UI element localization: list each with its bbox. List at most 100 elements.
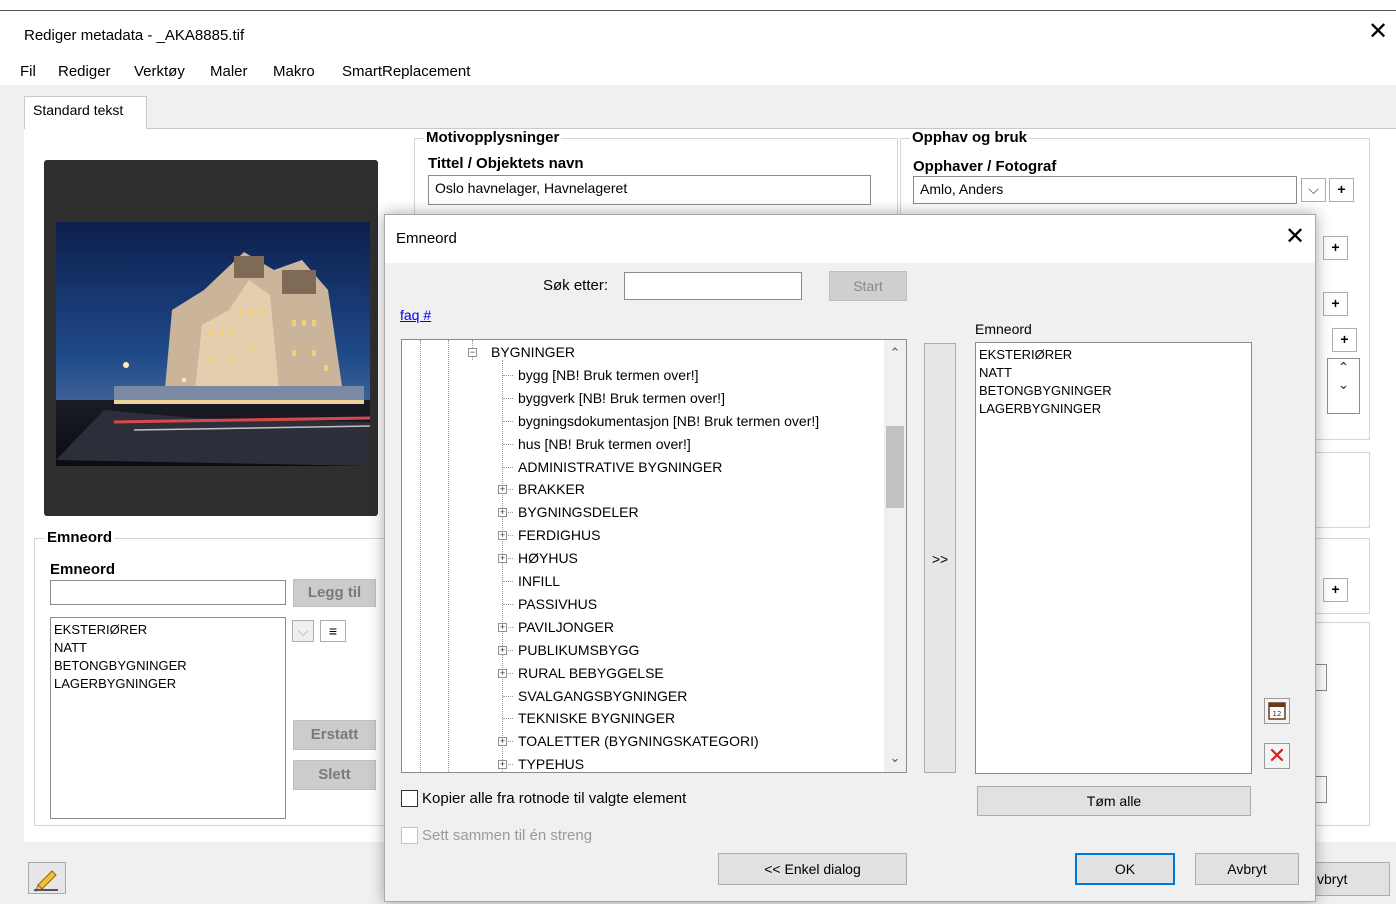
edit-icon[interactable]: [28, 862, 66, 894]
right-group-box: [1314, 452, 1370, 528]
spin-control[interactable]: ⌃ ⌄: [1327, 358, 1360, 414]
list-item[interactable]: EKSTERIØRER: [979, 346, 1248, 364]
start-button[interactable]: Start: [829, 271, 907, 301]
tree-scrollbar[interactable]: [884, 340, 906, 772]
menu-rediger[interactable]: Rediger: [58, 63, 111, 80]
tree-connector: [503, 420, 513, 422]
photographer-field-label: Opphaver / Fotograf: [913, 158, 1057, 175]
add-button[interactable]: +: [1323, 292, 1348, 316]
expand-icon[interactable]: +: [498, 668, 507, 678]
join-string-checkbox[interactable]: [401, 827, 418, 844]
expand-icon[interactable]: +: [498, 737, 507, 747]
list-item[interactable]: BETONGBYGNINGER: [54, 657, 282, 675]
ok-button[interactable]: OK: [1075, 853, 1175, 885]
tree-node-root[interactable]: BYGNINGER: [491, 342, 575, 362]
tree-node[interactable]: PUBLIKUMSBYGG: [518, 640, 639, 660]
tree-node[interactable]: byggverk [NB! Bruk termen over!]: [518, 388, 725, 408]
tree-node[interactable]: PASSIVHUS: [518, 594, 597, 614]
calendar-icon[interactable]: 12: [1264, 698, 1290, 724]
transfer-button[interactable]: >>: [924, 343, 956, 773]
menu-smartreplacement[interactable]: SmartReplacement: [342, 63, 470, 80]
tree-node[interactable]: ADMINISTRATIVE BYGNINGER: [518, 457, 722, 477]
list-item[interactable]: NATT: [54, 639, 282, 657]
cancel-button-main[interactable]: vbryt: [1310, 862, 1390, 896]
list-item[interactable]: BETONGBYGNINGER: [979, 382, 1248, 400]
tree-node[interactable]: RURAL BEBYGGELSE: [518, 663, 664, 683]
title-field-label: Tittel / Objektets navn: [428, 155, 584, 172]
tree-node[interactable]: hus [NB! Bruk termen over!]: [518, 434, 691, 454]
list-item[interactable]: LAGERBYGNINGER: [979, 400, 1248, 418]
expand-icon[interactable]: +: [498, 554, 507, 564]
dialog-title: Emneord: [396, 230, 457, 247]
menu-maler[interactable]: Maler: [210, 63, 248, 80]
expand-icon[interactable]: +: [498, 622, 507, 632]
emneord-input[interactable]: [50, 580, 286, 605]
delete-button[interactable]: Slett: [293, 760, 376, 790]
tree-node[interactable]: bygningsdokumentasjon [NB! Bruk termen o…: [518, 411, 819, 431]
tree-scrollbar-thumb[interactable]: [886, 426, 904, 508]
add-button[interactable]: +: [1323, 578, 1348, 602]
search-input[interactable]: [624, 272, 802, 300]
calendar-icon-label: 12: [1273, 710, 1282, 718]
expand-icon[interactable]: +: [498, 645, 507, 655]
list-item[interactable]: LAGERBYGNINGER: [54, 675, 282, 693]
tree-connector: [503, 695, 513, 697]
expand-icon[interactable]: +: [498, 485, 507, 495]
tree-connector: [503, 374, 513, 376]
expand-icon[interactable]: +: [498, 508, 507, 518]
scroll-up-icon[interactable]: ⌃: [884, 345, 906, 361]
add-button[interactable]: +: [1323, 236, 1348, 260]
delete-selected-icon[interactable]: ✕: [1264, 743, 1290, 769]
tree-node[interactable]: TYPEHUS: [518, 754, 584, 772]
chevron-down-icon[interactable]: ⌵: [1301, 178, 1326, 202]
simple-dialog-button[interactable]: << Enkel dialog: [718, 853, 907, 885]
window-close-button[interactable]: ✕: [1368, 20, 1388, 44]
tree-node[interactable]: SVALGANGSBYGNINGER: [518, 686, 687, 706]
copy-all-checkbox[interactable]: [401, 790, 418, 807]
tree-connector: [503, 466, 513, 468]
add-button[interactable]: +: [1332, 328, 1357, 352]
dialog-close-button[interactable]: ✕: [1285, 225, 1305, 249]
tree-node[interactable]: HØYHUS: [518, 548, 578, 568]
list-item[interactable]: NATT: [979, 364, 1248, 382]
scroll-down-icon[interactable]: ⌄: [884, 750, 906, 766]
tree-node[interactable]: BYGNINGSDELER: [518, 502, 639, 522]
chevron-down-icon[interactable]: ⌄: [1328, 376, 1359, 393]
replace-button[interactable]: Erstatt: [293, 720, 376, 750]
tree-connector: [503, 397, 513, 399]
add-keyword-button[interactable]: Legg til: [293, 579, 376, 607]
add-photographer-button[interactable]: +: [1329, 178, 1354, 202]
opphav-group-label: Opphav og bruk: [910, 129, 1030, 146]
title-input[interactable]: Oslo havnelager, Havnelageret: [428, 175, 871, 205]
selected-keywords-list[interactable]: EKSTERIØRER NATT BETONGBYGNINGER LAGERBY…: [975, 342, 1252, 774]
menu-verktoy[interactable]: Verktøy: [134, 63, 185, 80]
cancel-button[interactable]: Avbryt: [1195, 853, 1299, 885]
menu-makro[interactable]: Makro: [273, 63, 315, 80]
tree-node[interactable]: BRAKKER: [518, 479, 585, 499]
search-label: Søk etter:: [543, 277, 609, 294]
tree-node[interactable]: bygg [NB! Bruk termen over!]: [518, 365, 699, 385]
sort-icon[interactable]: ≡: [320, 620, 346, 642]
clear-all-button[interactable]: Tøm alle: [977, 786, 1251, 816]
tree-node[interactable]: FERDIGHUS: [518, 525, 600, 545]
menu-fil[interactable]: Fil: [20, 63, 36, 80]
list-item[interactable]: EKSTERIØRER: [54, 621, 282, 639]
copy-all-label: Kopier alle fra rotnode til valgte eleme…: [422, 790, 687, 807]
tab-standard-tekst[interactable]: Standard tekst: [24, 96, 147, 129]
tree-node[interactable]: TEKNISKE BYGNINGER: [518, 708, 675, 728]
tree-guide: [420, 340, 421, 772]
tree-node[interactable]: INFILL: [518, 571, 560, 591]
chevron-up-icon[interactable]: ⌃: [1328, 359, 1359, 376]
keyword-tree[interactable]: − BYGNINGER bygg [NB! Bruk termen over!] by…: [401, 339, 907, 773]
expand-icon[interactable]: +: [498, 531, 507, 541]
photographer-input[interactable]: Amlo, Anders: [913, 176, 1297, 204]
chevron-down-icon[interactable]: ⌵: [292, 620, 314, 642]
faq-link[interactable]: faq #: [400, 307, 431, 323]
expand-icon[interactable]: +: [498, 760, 507, 770]
tree-node[interactable]: TOALETTER (BYGNINGSKATEGORI): [518, 731, 759, 751]
tree-guide: [448, 340, 449, 772]
window-top-edge: [0, 0, 1396, 11]
emneord-list[interactable]: EKSTERIØRER NATT BETONGBYGNINGER LAGERBY…: [50, 617, 286, 819]
tree-node[interactable]: PAVILJONGER: [518, 617, 614, 637]
collapse-icon[interactable]: −: [468, 348, 477, 357]
